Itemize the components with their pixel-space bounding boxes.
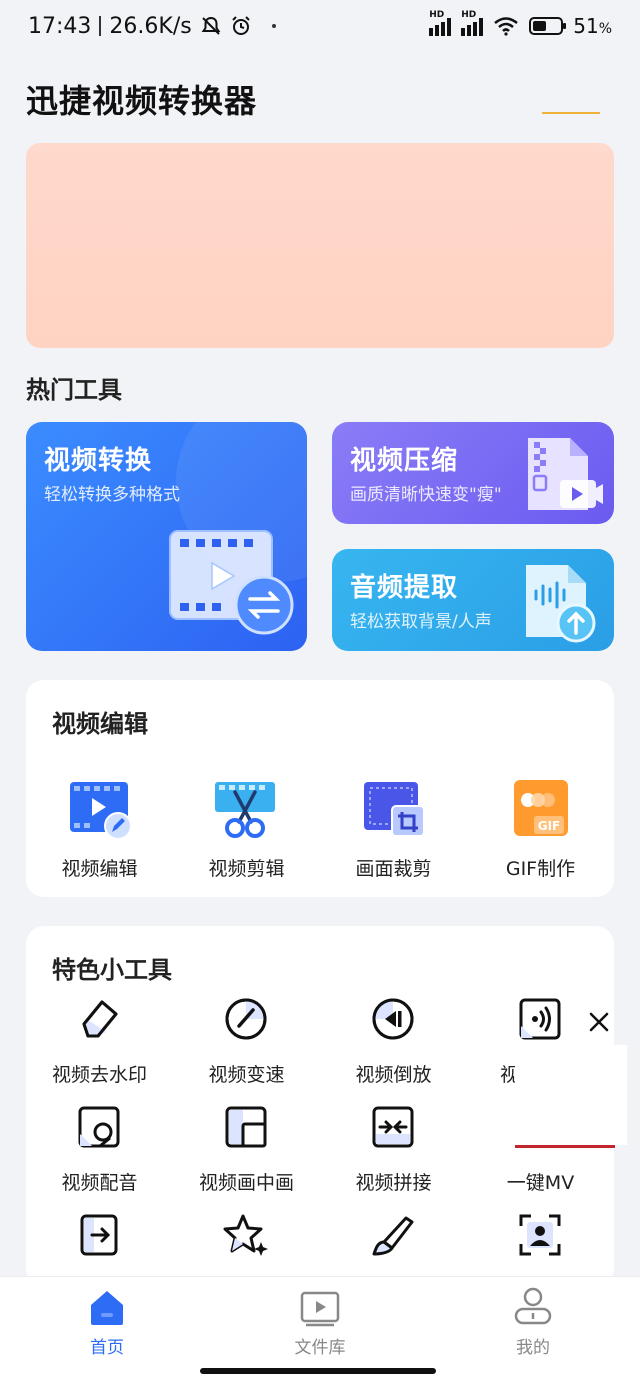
- tool-label: 视频倒放: [355, 1064, 432, 1086]
- rewind-icon: [372, 998, 414, 1040]
- tool-pip[interactable]: 视频画中画: [173, 1104, 320, 1196]
- nav-label: 我的: [516, 1338, 550, 1358]
- feature-tools-title: 特色小工具: [52, 956, 172, 984]
- card-title: 视频转换: [44, 446, 153, 476]
- brush-icon: [372, 1216, 414, 1256]
- video-edit-title: 视频编辑: [52, 710, 148, 738]
- ad-overlay[interactable]: [515, 1045, 627, 1145]
- battery-percent: 51%: [573, 14, 612, 38]
- tool-label: 视频拼接: [355, 1172, 432, 1194]
- tool-merge[interactable]: 视频拼接: [320, 1104, 467, 1196]
- battery-icon: [529, 17, 567, 35]
- nav-library[interactable]: 文件库: [250, 1277, 390, 1367]
- alarm-icon: [231, 16, 250, 35]
- tool-gif[interactable]: GIF GIF制作: [467, 778, 614, 888]
- video-edit-icon: [70, 782, 132, 840]
- card-title: 音频提取: [350, 573, 459, 603]
- home-icon: [91, 1291, 123, 1325]
- home-indicator[interactable]: [200, 1368, 436, 1374]
- gif-icon: GIF: [514, 780, 568, 836]
- export-icon: [80, 1214, 118, 1256]
- svg-text:GIF: GIF: [538, 819, 561, 833]
- signal-hd-icon: HD: [429, 10, 452, 36]
- promo-banner[interactable]: [26, 143, 614, 348]
- card-subtitle: 轻松获取背景/人声: [350, 612, 492, 632]
- card-subtitle: 画质清晰快速变"瘦": [350, 485, 502, 505]
- tool-sparkle[interactable]: [173, 1212, 320, 1272]
- hot-tools-title: 热门工具: [26, 376, 122, 404]
- tool-export[interactable]: [26, 1212, 173, 1272]
- audio-wave-icon: [519, 998, 561, 1040]
- crop-icon: [364, 782, 425, 837]
- speedometer-icon: [225, 998, 267, 1040]
- tool-portrait[interactable]: [467, 1212, 614, 1272]
- close-icon[interactable]: [585, 1008, 613, 1036]
- signal-hd-icon-2: HD: [461, 10, 484, 36]
- tool-remove-watermark[interactable]: 视频去水印: [26, 996, 173, 1088]
- card-subtitle: 轻松转换多种格式: [44, 485, 180, 505]
- title-accent-line: [542, 112, 600, 114]
- nav-label: 首页: [90, 1338, 124, 1358]
- tool-label: GIF制作: [505, 858, 576, 880]
- app-title: 迅捷视频转换器: [26, 82, 258, 120]
- tool-label: 视频画中画: [198, 1172, 294, 1194]
- nav-home[interactable]: 首页: [37, 1277, 177, 1367]
- merge-icon: [372, 1106, 414, 1148]
- tool-label: 一键MV: [506, 1172, 575, 1194]
- tool-label: 视频剪辑: [208, 858, 285, 880]
- tool-label: 视频配音: [61, 1172, 138, 1194]
- portrait-icon: [519, 1214, 561, 1256]
- tool-reverse[interactable]: 视频倒放: [320, 996, 467, 1088]
- nav-label: 文件库: [294, 1338, 346, 1358]
- folder-video-icon: [300, 1291, 340, 1327]
- audio-upload-icon: [526, 565, 596, 643]
- status-dot: [271, 24, 276, 28]
- status-divider: [99, 16, 102, 36]
- tool-video-edit[interactable]: 视频编辑: [26, 778, 173, 888]
- eraser-icon: [82, 1000, 118, 1038]
- tool-label: 画面裁剪: [355, 858, 432, 880]
- tool-video-cut[interactable]: 视频剪辑: [173, 778, 320, 888]
- tool-label: 视频变速: [208, 1064, 285, 1086]
- tool-speed[interactable]: 视频变速: [173, 996, 320, 1088]
- status-speed: 26.6K/s: [109, 13, 192, 39]
- film-convert-icon: [169, 530, 294, 635]
- status-bar: 17:43 26.6K/s HD HD 51%: [0, 0, 640, 52]
- video-edit-panel: 视频编辑 视频编辑 视频剪辑 画面裁剪 GIF GIF制作: [26, 680, 614, 897]
- user-icon: [514, 1287, 552, 1325]
- wifi-icon: [494, 17, 519, 36]
- microphone-icon: [78, 1106, 120, 1148]
- tool-brush[interactable]: [320, 1212, 467, 1272]
- card-title: 视频压缩: [350, 446, 459, 476]
- video-compress-card[interactable]: 视频压缩 画质清晰快速变"瘦": [332, 422, 614, 524]
- picture-in-picture-icon: [225, 1106, 267, 1148]
- sparkle-star-icon: [223, 1214, 268, 1256]
- audio-extract-card[interactable]: 音频提取 轻松获取背景/人声: [332, 549, 614, 651]
- tool-label: 视频去水印: [51, 1064, 147, 1086]
- tool-label: 视频编辑: [61, 858, 138, 880]
- ad-underline: [515, 1145, 615, 1148]
- status-time: 17:43: [28, 13, 92, 39]
- tool-dubbing[interactable]: 视频配音: [26, 1104, 173, 1196]
- zip-video-icon: [528, 438, 603, 510]
- scissors-film-icon: [215, 782, 275, 838]
- nav-profile[interactable]: 我的: [463, 1277, 603, 1367]
- tool-crop[interactable]: 画面裁剪: [320, 778, 467, 888]
- bell-off-icon: [201, 16, 221, 35]
- video-convert-card[interactable]: 视频转换 轻松转换多种格式: [26, 422, 307, 651]
